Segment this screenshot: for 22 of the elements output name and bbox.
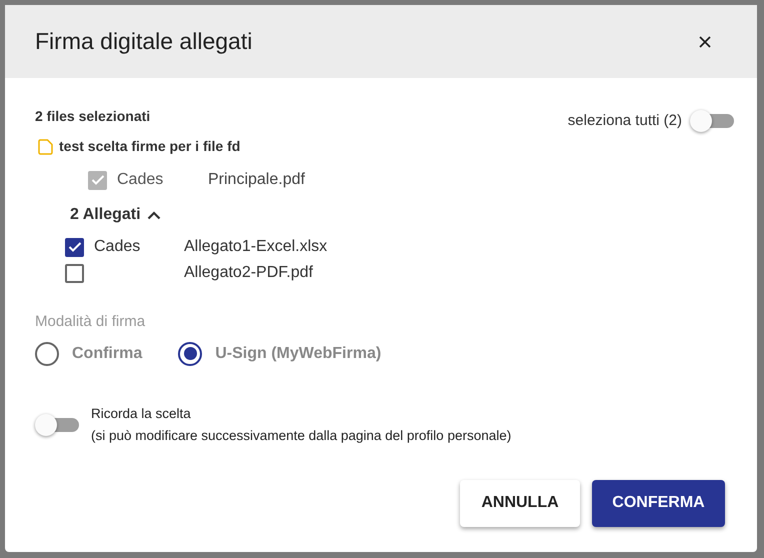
document-icon [38,138,53,154]
file-name: Principale.pdf [208,170,305,190]
signature-type: Cades [117,170,164,190]
toggle-switch[interactable] [35,414,81,436]
select-all-label: seleziona tutti (2) [568,110,682,131]
file-name: Allegato1-Excel.xlsx [184,237,328,257]
close-icon [699,36,711,48]
section-label: Modalità di firma [35,312,146,332]
remember-note: (si può modificare successivamente dalla pagina del profilo personale) [91,426,512,445]
selection-summary: 2 files selezionati [35,106,150,126]
chevron-up-icon [146,210,161,220]
file-name: Allegato2-PDF.pdf [184,263,313,283]
cancel-button[interactable]: ANNULLA [460,480,580,526]
dialog-title: Firma digitale allegati [35,27,252,56]
checkbox[interactable] [65,264,84,282]
checkbox[interactable] [65,238,84,256]
document-name: test scelta firme per i file fd [59,137,240,156]
attachments-toggle[interactable]: 2 Allegati [70,203,736,227]
signature-type: Cades [94,237,142,257]
toggle-switch[interactable] [690,110,736,132]
remember-label: Ricorda la scelta [91,404,192,422]
confirm-button[interactable]: CONFERMA [592,480,725,526]
